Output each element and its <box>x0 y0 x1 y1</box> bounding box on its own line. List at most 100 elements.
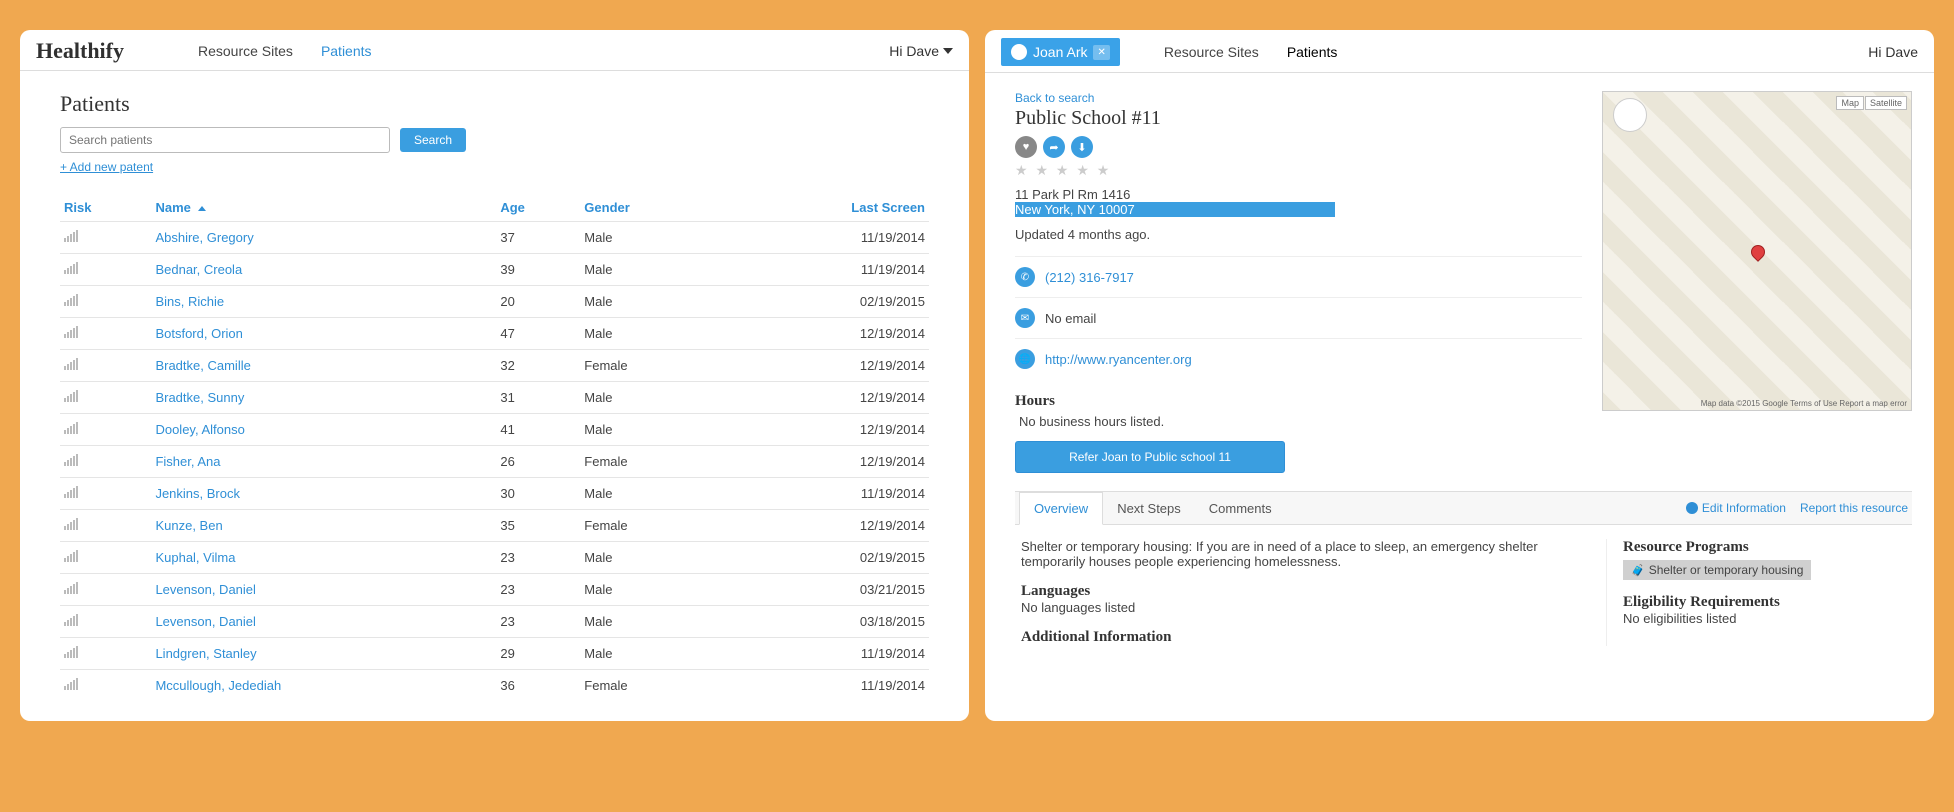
table-row[interactable]: Levenson, Daniel23Male03/21/2015 <box>60 574 929 606</box>
table-row[interactable]: Lindgren, Stanley29Male11/19/2014 <box>60 638 929 670</box>
tab-overview[interactable]: Overview <box>1019 492 1103 525</box>
nav-resource-sites[interactable]: Resource Sites <box>1164 44 1259 60</box>
report-resource-link[interactable]: Report this resource <box>1800 501 1908 515</box>
patient-name-link[interactable]: Bins, Richie <box>151 286 496 318</box>
nav-resource-sites[interactable]: Resource Sites <box>198 43 293 59</box>
resource-panel: Joan Ark ✕ Resource Sites Patients Hi Da… <box>985 30 1934 721</box>
add-patient-link[interactable]: + Add new patent <box>60 160 153 174</box>
gender-cell: Male <box>580 382 718 414</box>
signal-bars-icon <box>64 262 78 274</box>
patient-name-link[interactable]: Dooley, Alfonso <box>151 414 496 446</box>
risk-cell <box>60 478 151 510</box>
col-gender[interactable]: Gender <box>580 194 718 222</box>
signal-bars-icon <box>64 294 78 306</box>
col-name[interactable]: Name <box>151 194 496 222</box>
table-row[interactable]: Botsford, Orion47Male12/19/2014 <box>60 318 929 350</box>
patient-name-link[interactable]: Levenson, Daniel <box>151 574 496 606</box>
patient-name-link[interactable]: Kunze, Ben <box>151 510 496 542</box>
signal-bars-icon <box>64 614 78 626</box>
chevron-down-icon <box>943 48 953 54</box>
current-patient-chip[interactable]: Joan Ark ✕ <box>1001 38 1120 66</box>
topbar: Healthify Resource Sites Patients Hi Dav… <box>20 30 969 71</box>
gender-cell: Male <box>580 478 718 510</box>
address-line2: New York, NY 10007 <box>1015 202 1582 217</box>
topbar: Joan Ark ✕ Resource Sites Patients Hi Da… <box>985 30 1934 73</box>
back-to-search-link[interactable]: Back to search <box>1015 91 1582 105</box>
patient-name-link[interactable]: Kuphal, Vilma <box>151 542 496 574</box>
table-row[interactable]: Jenkins, Brock30Male11/19/2014 <box>60 478 929 510</box>
signal-bars-icon <box>64 646 78 658</box>
user-greeting[interactable]: Hi Dave <box>889 43 953 59</box>
map-pin-icon <box>1748 242 1768 262</box>
patient-name-link[interactable]: Abshire, Gregory <box>151 222 496 254</box>
last-screen-cell: 03/18/2015 <box>718 606 929 638</box>
table-row[interactable]: Bradtke, Sunny31Male12/19/2014 <box>60 382 929 414</box>
avatar-icon <box>1011 44 1027 60</box>
updated-text: Updated 4 months ago. <box>1015 227 1582 242</box>
greeting-text: Hi Dave <box>889 43 939 59</box>
table-row[interactable]: Bins, Richie20Male02/19/2015 <box>60 286 929 318</box>
table-row[interactable]: Bradtke, Camille32Female12/19/2014 <box>60 350 929 382</box>
last-screen-cell: 12/19/2014 <box>718 510 929 542</box>
last-screen-cell: 11/19/2014 <box>718 478 929 510</box>
map-pan-control[interactable] <box>1613 98 1647 132</box>
email-text: No email <box>1045 311 1096 326</box>
table-row[interactable]: Fisher, Ana26Female12/19/2014 <box>60 446 929 478</box>
refer-button[interactable]: Refer Joan to Public school 11 <box>1015 441 1285 473</box>
eligibility-heading: Eligibility Requirements <box>1623 594 1906 611</box>
favorite-icon[interactable]: ♥ <box>1015 136 1037 158</box>
gender-cell: Male <box>580 222 718 254</box>
table-row[interactable]: Kuphal, Vilma23Male02/19/2015 <box>60 542 929 574</box>
nav-patients[interactable]: Patients <box>1287 44 1338 60</box>
edit-information-link[interactable]: Edit Information <box>1686 501 1786 515</box>
risk-cell <box>60 318 151 350</box>
age-cell: 36 <box>496 670 580 702</box>
col-last-screen[interactable]: Last Screen <box>718 194 929 222</box>
age-cell: 37 <box>496 222 580 254</box>
risk-cell <box>60 638 151 670</box>
share-icon[interactable]: ➦ <box>1043 136 1065 158</box>
tab-next-steps[interactable]: Next Steps <box>1103 493 1195 524</box>
gender-cell: Female <box>580 446 718 478</box>
search-input[interactable] <box>60 127 390 153</box>
patient-name-link[interactable]: Fisher, Ana <box>151 446 496 478</box>
rating-stars[interactable]: ★ ★ ★ ★ ★ <box>1015 162 1582 179</box>
gender-cell: Female <box>580 510 718 542</box>
program-chip[interactable]: 🧳 Shelter or temporary housing <box>1623 560 1811 580</box>
phone-link[interactable]: (212) 316-7917 <box>1045 270 1134 285</box>
signal-bars-icon <box>64 326 78 338</box>
table-row[interactable]: Dooley, Alfonso41Male12/19/2014 <box>60 414 929 446</box>
patient-name-link[interactable]: Mccullough, Jedediah <box>151 670 496 702</box>
table-row[interactable]: Kunze, Ben35Female12/19/2014 <box>60 510 929 542</box>
phone-icon: ✆ <box>1015 267 1035 287</box>
patient-name-link[interactable]: Jenkins, Brock <box>151 478 496 510</box>
map-type-satellite[interactable]: Satellite <box>1865 96 1907 110</box>
close-chip-icon[interactable]: ✕ <box>1093 45 1109 60</box>
patient-name-link[interactable]: Bradtke, Sunny <box>151 382 496 414</box>
overview-body: Shelter or temporary housing: If you are… <box>1015 525 1912 646</box>
download-icon[interactable]: ⬇ <box>1071 136 1093 158</box>
last-screen-cell: 12/19/2014 <box>718 350 929 382</box>
age-cell: 23 <box>496 542 580 574</box>
table-row[interactable]: Mccullough, Jedediah36Female11/19/2014 <box>60 670 929 702</box>
patient-name-link[interactable]: Bednar, Creola <box>151 254 496 286</box>
map[interactable]: Map Satellite Map data ©2015 Google Term… <box>1602 91 1912 411</box>
patient-name-link[interactable]: Bradtke, Camille <box>151 350 496 382</box>
patient-name-link[interactable]: Levenson, Daniel <box>151 606 496 638</box>
website-link[interactable]: http://www.ryancenter.org <box>1045 352 1192 367</box>
col-risk[interactable]: Risk <box>60 194 151 222</box>
table-row[interactable]: Abshire, Gregory37Male11/19/2014 <box>60 222 929 254</box>
user-greeting[interactable]: Hi Dave <box>1868 44 1918 60</box>
search-button[interactable]: Search <box>400 128 466 152</box>
patient-name-link[interactable]: Botsford, Orion <box>151 318 496 350</box>
last-screen-cell: 02/19/2015 <box>718 286 929 318</box>
table-row[interactable]: Levenson, Daniel23Male03/18/2015 <box>60 606 929 638</box>
patient-name-link[interactable]: Lindgren, Stanley <box>151 638 496 670</box>
patients-table: Risk Name Age Gender Last Screen Abshire… <box>60 194 929 701</box>
col-age[interactable]: Age <box>496 194 580 222</box>
map-type-map[interactable]: Map <box>1836 96 1864 110</box>
table-row[interactable]: Bednar, Creola39Male11/19/2014 <box>60 254 929 286</box>
sort-ascending-icon <box>198 206 206 211</box>
tab-comments[interactable]: Comments <box>1195 493 1286 524</box>
nav-patients[interactable]: Patients <box>321 43 372 59</box>
